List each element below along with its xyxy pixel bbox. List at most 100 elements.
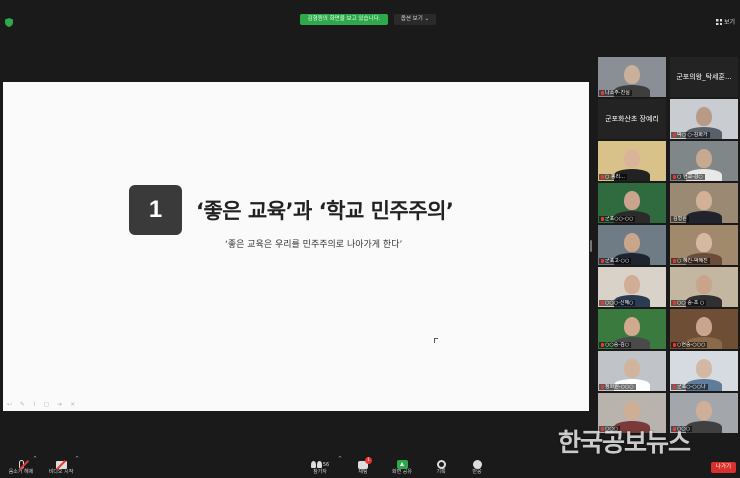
participant-tile[interactable]: 군포화산초 장예리	[598, 99, 666, 139]
record-label: 기록	[436, 469, 446, 475]
chat-label: 채팅	[358, 469, 368, 475]
participant-name: 군포화산초 장예리	[605, 115, 659, 123]
participants-options-chevron-icon[interactable]: ^	[338, 456, 342, 462]
screen-share-notice: 김형원의 화면을 보고 있습니다.	[300, 14, 388, 25]
participant-tile[interactable]: ○ 혜진-박혜진	[670, 225, 738, 265]
participant-face	[624, 275, 640, 294]
gallery-splitter-handle[interactable]	[590, 240, 592, 252]
muted-mic-icon	[601, 90, 604, 95]
participant-face	[696, 107, 712, 126]
participant-tile[interactable]: 정화원-○○○	[598, 351, 666, 391]
participant-name: 군포의왕_탁세훈...	[676, 73, 732, 81]
muted-mic-icon	[601, 216, 604, 221]
participant-name-tag: ○○○-신혜○	[599, 300, 636, 306]
participant-gallery: 나소주-진실 군포의왕_탁세훈... 군포화산초 장예리박○ ○-김화가 ○ 봉리..…	[596, 57, 740, 435]
participant-tile[interactable]: ○현중-○○○	[670, 309, 738, 349]
participant-name-tag: 군포○-○○나	[671, 384, 708, 390]
participant-face	[696, 401, 712, 420]
participant-face	[624, 65, 640, 84]
chat-button[interactable]: 1 채팅	[352, 454, 374, 475]
security-shield-icon[interactable]	[5, 18, 13, 27]
participant-name-tag: ○현중-○○○	[671, 342, 708, 348]
participant-face	[624, 191, 640, 210]
participant-tile[interactable]: 김형원	[670, 183, 738, 223]
participants-button[interactable]: 56 참가자	[306, 454, 334, 475]
start-video-label: 비디오 시작	[48, 469, 74, 475]
slide-annotation-toolbar[interactable]: ↩ ✎ ⌇ ▢ ➔ ✕	[7, 401, 78, 408]
participant-face	[624, 401, 640, 420]
top-bar: 김형원의 화면을 보고 있습니다. 옵션 보기 ⌄ 보기	[0, 0, 740, 30]
participant-name-tag: 박○ ○-김화가	[671, 132, 710, 138]
unmute-label: 음소거 해제	[8, 469, 34, 475]
start-video-button[interactable]: 비디오 시작	[45, 454, 77, 475]
participant-tile[interactable]: 나소주-진실	[598, 57, 666, 97]
video-options-chevron-icon[interactable]: ^	[75, 456, 79, 462]
muted-mic-icon	[673, 342, 676, 347]
participant-name: ○ 현교-강○	[677, 174, 703, 180]
participant-name: ○ 혜진-박혜진	[677, 258, 708, 264]
muted-mic-icon	[673, 132, 676, 137]
participant-face	[696, 191, 712, 210]
participant-tile[interactable]: 박○ ○-김화가	[670, 99, 738, 139]
share-screen-button[interactable]: 화면 공유	[388, 454, 416, 475]
slide-subtitle: ‘좋은 교육은 우리를 민주주의로 나아가게 한다’	[225, 240, 403, 250]
slide-number-box: 1	[129, 185, 182, 235]
mouse-cursor-icon	[434, 338, 438, 343]
participant-tile[interactable]: ○ 봉리...	[598, 141, 666, 181]
participant-name-tag: 군포고-○○	[599, 258, 632, 264]
grid-view-icon	[716, 19, 722, 25]
participant-face	[624, 359, 640, 378]
participant-name: 박○ ○-김화가	[677, 132, 708, 138]
share-screen-label: 화면 공유	[392, 469, 412, 475]
muted-mic-icon	[601, 384, 604, 389]
record-button[interactable]: 기록	[430, 454, 452, 475]
participant-body	[686, 211, 722, 223]
participant-tile[interactable]: 군포○-○○나	[670, 351, 738, 391]
muted-mic-icon	[601, 342, 604, 347]
participant-face	[696, 233, 712, 252]
participant-name: ○○○-신혜○	[605, 300, 634, 306]
reactions-label: 반응	[472, 469, 482, 475]
leave-meeting-button[interactable]: 나가기	[711, 462, 736, 473]
participant-face	[624, 317, 640, 336]
participant-name: ○○중-김○	[605, 342, 630, 348]
participant-face	[696, 149, 712, 168]
participant-name-tag: ○○중-김○	[599, 342, 632, 348]
participant-tile[interactable]: 군포의왕_탁세훈...	[670, 57, 738, 97]
participant-tile[interactable]: ○ 현교-강○	[670, 141, 738, 181]
share-screen-icon	[396, 460, 408, 469]
chat-unread-badge: 1	[365, 457, 372, 464]
participant-name: 군포고-○○	[605, 258, 630, 264]
audio-options-chevron-icon[interactable]: ^	[33, 456, 37, 462]
participant-name: 군포○-○○나	[677, 384, 706, 390]
unmute-button[interactable]: 음소거 해제	[6, 454, 36, 475]
participants-label: 참가자	[313, 469, 327, 475]
camera-off-icon	[55, 459, 67, 470]
participant-name-tag: ○○ 중-초 ○	[671, 300, 707, 306]
view-options-button[interactable]: 옵션 보기 ⌄	[394, 14, 436, 25]
muted-mic-icon	[673, 258, 676, 263]
participant-name-tag: 군포○○-○○	[599, 216, 636, 222]
participant-tile[interactable]: ○○ 중-초 ○	[670, 267, 738, 307]
muted-mic-icon	[601, 258, 604, 263]
muted-mic-icon	[673, 174, 676, 179]
shared-screen-slide: 1 ‘좋은 교육’과 ‘학교 민주주의’ ‘좋은 교육은 우리를 민주주의로 나…	[3, 82, 589, 411]
news-watermark: 한국공보뉴스	[558, 428, 691, 457]
participant-tile[interactable]: 군포고-○○	[598, 225, 666, 265]
participant-name: 정화원-○○○	[605, 384, 634, 390]
muted-mic-icon	[673, 300, 676, 305]
participant-face	[624, 149, 640, 168]
participant-name: 나소주-진실	[605, 90, 630, 96]
participant-name: ○현중-○○○	[677, 342, 706, 348]
muted-mic-icon	[601, 174, 604, 179]
participant-name-tag: ○ 혜진-박혜진	[671, 258, 710, 264]
participant-name-tag: ○ 봉리...	[599, 174, 627, 180]
participant-tile[interactable]: ○○중-김○	[598, 309, 666, 349]
participant-tile[interactable]: ○○○-신혜○	[598, 267, 666, 307]
slide-title: ‘좋은 교육’과 ‘학교 민주주의’	[196, 199, 454, 223]
microphone-muted-icon	[18, 459, 29, 470]
participant-name: ○○ 중-초 ○	[677, 300, 705, 306]
reactions-button[interactable]: 반응	[466, 454, 488, 475]
view-button[interactable]: 보기	[716, 17, 735, 26]
participant-tile[interactable]: 군포○○-○○	[598, 183, 666, 223]
